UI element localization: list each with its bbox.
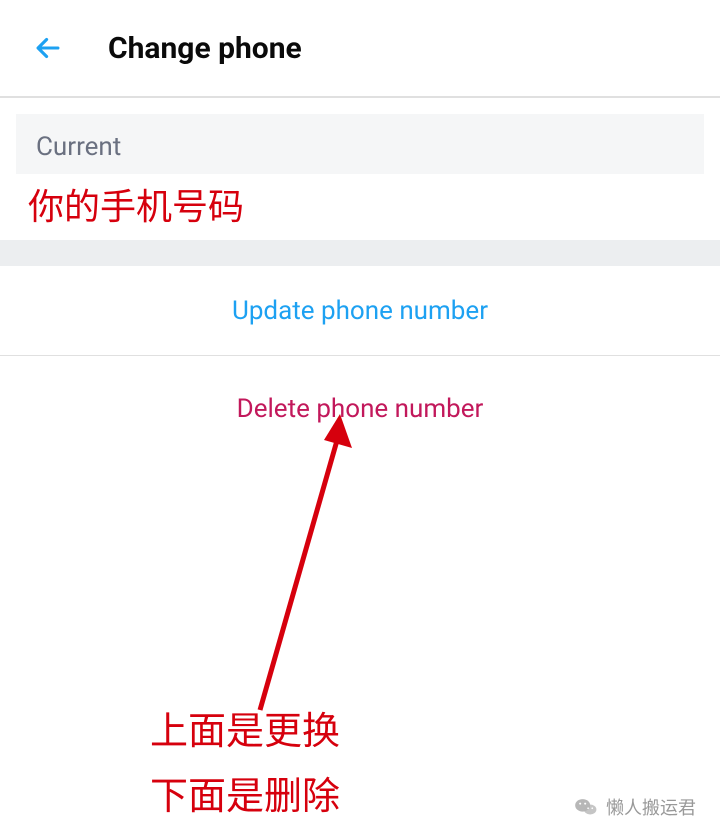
wechat-icon bbox=[574, 797, 598, 817]
update-phone-button[interactable]: Update phone number bbox=[0, 266, 720, 356]
section-divider bbox=[0, 240, 720, 266]
annotation-arrow bbox=[160, 410, 360, 720]
watermark-text: 懒人搬运君 bbox=[606, 794, 696, 820]
delete-phone-button[interactable]: Delete phone number bbox=[0, 364, 720, 454]
delete-phone-label: Delete phone number bbox=[237, 394, 484, 424]
bottom-annotation: 上面是更换 下面是删除 bbox=[150, 700, 340, 829]
annotation-line1: 上面是更换 bbox=[150, 700, 340, 765]
current-label: Current bbox=[36, 132, 684, 162]
phone-value-annotation: 你的手机号码 bbox=[0, 174, 720, 230]
current-phone-section: Current bbox=[16, 114, 704, 174]
back-button[interactable] bbox=[28, 28, 68, 68]
header: Change phone bbox=[0, 0, 720, 98]
page-title: Change phone bbox=[108, 31, 302, 66]
arrow-left-icon bbox=[31, 31, 65, 65]
watermark: 懒人搬运君 bbox=[574, 794, 696, 820]
update-phone-label: Update phone number bbox=[232, 296, 488, 326]
annotation-line2: 下面是删除 bbox=[150, 765, 340, 830]
